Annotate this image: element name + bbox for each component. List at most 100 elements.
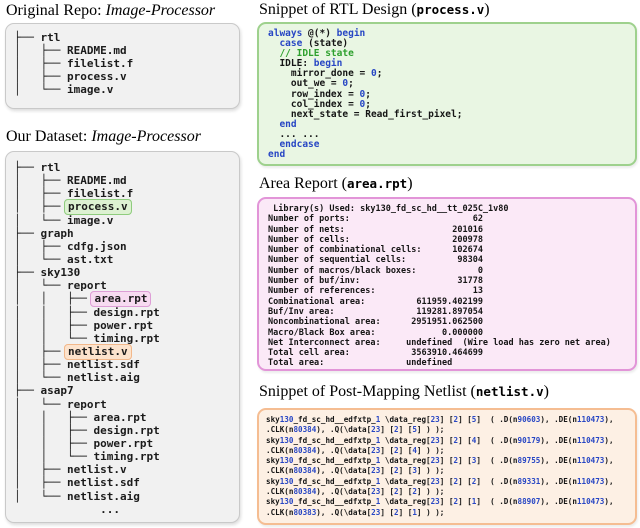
netlist-title-text: Snippet of Post-Mapping Netlist ( [259, 383, 476, 400]
netlist-title-close: ) [544, 383, 549, 400]
tree-branch-lines: │ │ └── [14, 332, 93, 345]
code-line: Number of macros/black boxes: 0 [268, 266, 611, 276]
tree-entry-cdfg-json: cdfg.json [67, 240, 127, 253]
tree-entry-filelist-f: filelist.f [67, 57, 133, 70]
tree-branch-lines: ├── [14, 31, 41, 44]
tree-entry-sky130: sky130 [41, 266, 81, 279]
tree-branch-lines: │ ├── [14, 200, 67, 213]
tree-line: │ ├── README.md [14, 174, 160, 187]
tree-branch-lines: │ ├── [14, 240, 67, 253]
tree-entry-timing-rpt: timing.rpt [93, 450, 159, 463]
code-line: Buf/Inv area: 119281.897054 [268, 307, 611, 317]
code-line: sky130_fd_sc_hd__edfxtp_1 \data_reg[23] … [266, 477, 614, 487]
tree-branch-lines: │ ├── [14, 187, 67, 200]
tree-branch-lines: │ │ └── [14, 450, 93, 463]
area-report-title: Area Report (area.rpt) [259, 175, 413, 193]
tree-branch-lines: │ │ ├── [14, 306, 93, 319]
code-line: .CLK(n80383), .Q(\data[23] [2] [1] ) ); [266, 508, 614, 518]
tree-entry-ast-txt: ast.txt [67, 253, 113, 266]
tree-entry-readme-md: README.md [67, 174, 127, 187]
code-line: Total area: undefined [268, 358, 611, 368]
rtl-snippet-title-close: ) [484, 1, 489, 18]
tree-branch-lines: │ ├── [14, 476, 67, 489]
code-line: sky130_fd_sc_hd__edfxtp_1 \data_reg[23] … [266, 415, 614, 425]
code-line: Number of combinational cells: 102674 [268, 245, 611, 255]
tree-entry-netlist-v: netlist.v [67, 463, 127, 476]
tree-entry-netlist-sdf: netlist.sdf [67, 358, 140, 371]
tree-line: │ ├── netlist.v [14, 463, 160, 476]
dataset-title: Our Dataset: Image-Processor [6, 128, 201, 146]
original-repo-title-text: Original Repo: [6, 2, 106, 19]
tree-entry-power-rpt: power.rpt [93, 437, 153, 450]
tree-entry-image-v: image.v [67, 214, 113, 227]
tree-line: │ │ ├── area.rpt [14, 292, 160, 305]
tree-line: ... [14, 503, 160, 516]
code-line: sky130_fd_sc_hd__edfxtp_1 \data_reg[23] … [266, 497, 614, 507]
code-line: Number of nets: 201016 [268, 225, 611, 235]
code-line: Macro/Black Box area: 0.000000 [268, 328, 611, 338]
tree-entry-design-rpt: design.rpt [93, 424, 159, 437]
area-report-title-text: Area Report ( [259, 175, 347, 192]
code-line: next_state = Read_first_pixel; [268, 110, 462, 120]
netlist-code-block: sky130_fd_sc_hd__edfxtp_1 \data_reg[23] … [266, 415, 614, 518]
code-line: Number of references: 13 [268, 286, 611, 296]
tree-line: │ │ ├── design.rpt [14, 424, 160, 437]
tree-line: ├── sky130 [14, 266, 160, 279]
tree-entry-readme-md: README.md [67, 44, 127, 57]
dataset-title-text: Our Dataset: [6, 128, 91, 145]
tree-branch-lines: │ │ ├── [14, 292, 93, 305]
code-line: end [268, 150, 462, 160]
code-line: .CLK(n80384), .Q(\data[23] [2] [2] ) ); [266, 487, 614, 497]
tree-branch-lines: ├── [14, 227, 41, 240]
tree-entry-rtl: rtl [41, 161, 61, 174]
tree-line: │ ├── netlist.sdf [14, 358, 160, 371]
tree-line: │ ├── cdfg.json [14, 240, 160, 253]
tree-entry-area-rpt: area.rpt [93, 411, 146, 424]
tree-entry-design-rpt: design.rpt [93, 306, 159, 319]
rtl-snippet-title-filename: process.v [417, 2, 485, 17]
tree-line: │ └── image.v [14, 214, 160, 227]
tree-line: ├── asap7 [14, 384, 160, 397]
tree-entry-netlist-sdf: netlist.sdf [67, 476, 140, 489]
netlist-title: Snippet of Post-Mapping Netlist (netlist… [259, 383, 549, 401]
rtl-code-block: always @(*) begin case (state) // IDLE s… [268, 29, 462, 160]
tree-entry-image-v: image.v [67, 83, 113, 96]
tree-branch-lines: ├── [14, 384, 41, 397]
tree-branch-lines: │ │ ├── [14, 319, 93, 332]
tree-branch-lines: │ │ ├── [14, 437, 93, 450]
tree-entry-power-rpt: power.rpt [93, 319, 153, 332]
tree-branch-lines: │ ├── [14, 57, 67, 70]
original-repo-title: Original Repo: Image-Processor [6, 2, 215, 20]
tree-entry-: ... [100, 503, 120, 516]
tree-line: ├── rtl [14, 161, 160, 174]
tree-entry-netlist-aig: netlist.aig [67, 490, 140, 503]
tree-entry-process-v: process.v [67, 70, 127, 83]
tree-branch-lines: │ └── [14, 490, 67, 503]
tree-branch-lines: │ ├── [14, 174, 67, 187]
code-line: .CLK(n80384), .Q(\data[23] [2] [3] ) ); [266, 466, 614, 476]
tree-branch-lines: │ └── [14, 279, 67, 292]
tree-branch-lines: │ └── [14, 398, 67, 411]
tree-entry-report: report [67, 279, 107, 292]
tree-line: │ │ └── timing.rpt [14, 450, 160, 463]
tree-branch-lines: │ └── [14, 371, 67, 384]
tree-line: │ │ ├── area.rpt [14, 411, 160, 424]
code-line: Number of sequential cells: 98304 [268, 255, 611, 265]
tree-branch-lines: │ ├── [14, 345, 67, 358]
tree-entry-rtl: rtl [41, 31, 61, 44]
tree-line: │ └── report [14, 398, 160, 411]
original-repo-file-tree: ├── rtl│ ├── README.md│ ├── filelist.f│ … [14, 32, 133, 96]
code-line: endcase [268, 140, 462, 150]
code-line: Number of buf/inv: 31778 [268, 276, 611, 286]
code-line: .CLK(n80384), .Q(\data[23] [2] [5] ) ); [266, 425, 614, 435]
code-line: Net Interconnect area: undefined (Wire l… [268, 338, 611, 348]
original-repo-title-project: Image-Processor [106, 2, 216, 19]
tree-branch-lines: │ │ ├── [14, 424, 93, 437]
code-line: Combinational area: 611959.402199 [268, 297, 611, 307]
tree-line: │ └── ast.txt [14, 253, 160, 266]
tree-line: │ └── netlist.aig [14, 490, 160, 503]
code-line: Total cell area: 3563910.464699 [268, 348, 611, 358]
tree-line: │ ├── netlist.v [14, 345, 160, 358]
tree-line: │ │ ├── power.rpt [14, 319, 160, 332]
tree-line: │ └── image.v [14, 84, 133, 97]
